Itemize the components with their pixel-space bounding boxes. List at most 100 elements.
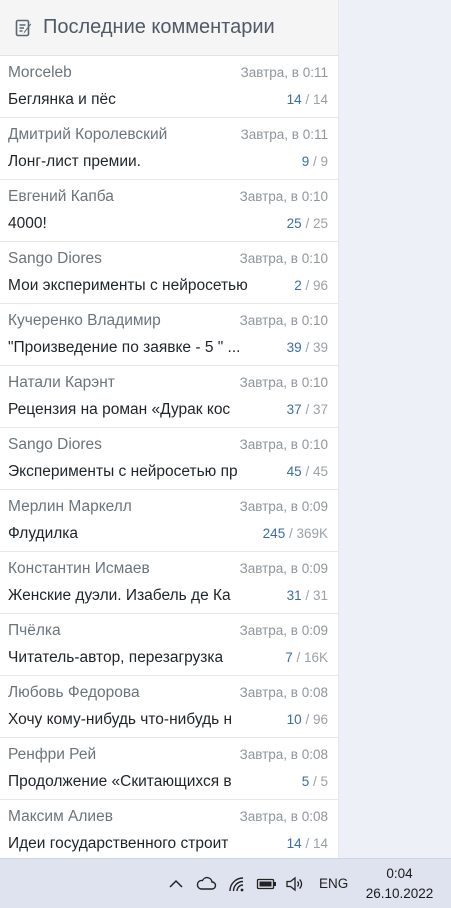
- comment-time: Завтра, в 0:08: [239, 809, 328, 824]
- comment-meta: Sango Diores Завтра, в 0:10: [8, 250, 328, 270]
- count-separator: /: [292, 650, 304, 665]
- language-indicator[interactable]: ENG: [319, 876, 348, 891]
- comment-author[interactable]: Morceleb: [8, 64, 72, 82]
- comment-item[interactable]: Пчёлка Завтра, в 0:09 Читатель-автор, пере…: [0, 614, 338, 676]
- comment-topic-link[interactable]: Хочу кому-нибудь что-нибудь н: [8, 711, 232, 729]
- comment-item[interactable]: Ренфри Рей Завтра, в 0:08 Продолжение «Ски…: [0, 738, 338, 800]
- comment-topic-link[interactable]: 4000!: [8, 215, 47, 233]
- total-comments-count: 5: [320, 774, 328, 789]
- comment-meta: Кучеренко Владимир Завтра, в 0:10: [8, 312, 328, 332]
- total-comments-count: 14: [312, 92, 328, 107]
- comment-author[interactable]: Sango Diores: [8, 250, 102, 268]
- comment-topic-link[interactable]: "Произведение по заявке - 5 " ...: [8, 339, 240, 357]
- new-comments-count[interactable]: 37: [287, 402, 302, 417]
- comment-counts: 10 / 96: [287, 712, 328, 727]
- wifi-icon[interactable]: [227, 875, 247, 893]
- comment-topic-link[interactable]: Лонг-лист премии.: [8, 153, 141, 171]
- comment-author[interactable]: Константин Исмаев: [8, 560, 150, 578]
- comment-meta: Sango Diores Завтра, в 0:10: [8, 436, 328, 456]
- comment-item[interactable]: Morceleb Завтра, в 0:11 Беглянка и пёс 14 /…: [0, 56, 338, 118]
- total-comments-count: 16K: [303, 650, 328, 665]
- comment-author[interactable]: Любовь Федорова: [8, 684, 140, 702]
- comment-topic-link[interactable]: Идеи государственного строит: [8, 835, 228, 853]
- comment-time: Завтра, в 0:09: [239, 561, 328, 576]
- comment-item[interactable]: Константин Исмаев Завтра, в 0:09 Женские д…: [0, 552, 338, 614]
- comment-item[interactable]: Мерлин Маркелл Завтра, в 0:09 Флудилка 245 …: [0, 490, 338, 552]
- comment-topic-link[interactable]: Эксперименты с нейросетью пр: [8, 463, 238, 481]
- new-comments-count[interactable]: 2: [294, 278, 302, 293]
- comment-time: Завтра, в 0:10: [239, 437, 328, 452]
- new-comments-count[interactable]: 245: [263, 526, 286, 541]
- count-separator: /: [301, 402, 313, 417]
- comment-item[interactable]: Евгений Капба Завтра, в 0:10 4000! 25 / 25: [0, 180, 338, 242]
- comment-meta: Ренфри Рей Завтра, в 0:08: [8, 746, 328, 766]
- comment-topic-row: Мои эксперименты с нейросетью 2 / 96: [8, 277, 328, 297]
- cloud-icon[interactable]: [195, 875, 217, 893]
- count-separator: /: [301, 712, 313, 727]
- comment-topic-link[interactable]: Флудилка: [8, 525, 78, 543]
- comment-author[interactable]: Пчёлка: [8, 622, 61, 640]
- comment-meta: Константин Исмаев Завтра, в 0:09: [8, 560, 328, 580]
- comment-time: Завтра, в 0:10: [239, 189, 328, 204]
- recent-comments-panel: Последние комментарии Morceleb Завтра, в …: [0, 0, 339, 862]
- comment-topic-row: Флудилка 245 / 369K: [8, 525, 328, 545]
- new-comments-count[interactable]: 10: [287, 712, 302, 727]
- comment-topic-link[interactable]: Беглянка и пёс: [8, 91, 116, 109]
- clock[interactable]: 0:04 26.10.2022: [362, 864, 437, 904]
- comment-topic-link[interactable]: Рецензия на роман «Дурак кос: [8, 401, 230, 419]
- comment-counts: 9 / 9: [302, 154, 328, 169]
- comment-item[interactable]: Максим Алиев Завтра, в 0:08 Идеи государст…: [0, 800, 338, 862]
- new-comments-count[interactable]: 31: [287, 588, 302, 603]
- comment-time: Завтра, в 0:11: [240, 65, 328, 80]
- comment-item[interactable]: Дмитрий Королевский Завтра, в 0:11 Лонг-ли…: [0, 118, 338, 180]
- comment-topic-row: Идеи государственного строит 14 / 14: [8, 835, 328, 855]
- comment-meta: Натали Карэнт Завтра, в 0:10: [8, 374, 328, 394]
- new-comments-count[interactable]: 14: [287, 836, 302, 851]
- comment-author[interactable]: Евгений Капба: [8, 188, 114, 206]
- comment-author[interactable]: Дмитрий Королевский: [8, 126, 167, 144]
- comment-item[interactable]: Sango Diores Завтра, в 0:10 Эксперименты с…: [0, 428, 338, 490]
- comment-topic-link[interactable]: Продолжение «Скитающихся в: [8, 773, 232, 791]
- battery-icon[interactable]: [256, 875, 278, 893]
- comment-counts: 14 / 14: [287, 836, 328, 851]
- comment-author[interactable]: Мерлин Маркелл: [8, 498, 132, 516]
- comment-topic-link[interactable]: Женские дуэли. Изабель де Ка: [8, 587, 231, 605]
- chevron-up-icon[interactable]: [167, 875, 185, 893]
- comment-topic-row: Эксперименты с нейросетью пр 45 / 45: [8, 463, 328, 483]
- comment-item[interactable]: Натали Карэнт Завтра, в 0:10 Рецензия на р…: [0, 366, 338, 428]
- comment-topic-row: Читатель-автор, перезагрузка 7 / 16K: [8, 649, 328, 669]
- comment-time: Завтра, в 0:09: [239, 623, 328, 638]
- comment-author[interactable]: Кучеренко Владимир: [8, 312, 161, 330]
- comment-item[interactable]: Любовь Федорова Завтра, в 0:08 Хочу кому-н…: [0, 676, 338, 738]
- comment-meta: Пчёлка Завтра, в 0:09: [8, 622, 328, 642]
- count-separator: /: [301, 588, 313, 603]
- comment-topic-link[interactable]: Мои эксперименты с нейросетью: [8, 277, 248, 295]
- comment-item[interactable]: Кучеренко Владимир Завтра, в 0:10 "Произве…: [0, 304, 338, 366]
- comment-item[interactable]: Sango Diores Завтра, в 0:10 Мои эксперимен…: [0, 242, 338, 304]
- comment-counts: 25 / 25: [287, 216, 328, 231]
- count-separator: /: [285, 526, 297, 541]
- new-comments-count[interactable]: 14: [287, 92, 302, 107]
- comment-time: Завтра, в 0:10: [239, 251, 328, 266]
- comment-author[interactable]: Максим Алиев: [8, 808, 113, 826]
- comment-counts: 245 / 369K: [263, 526, 328, 541]
- total-comments-count: 14: [312, 836, 328, 851]
- new-comments-count[interactable]: 7: [285, 650, 293, 665]
- new-comments-count[interactable]: 45: [287, 464, 302, 479]
- total-comments-count: 9: [320, 154, 328, 169]
- comment-counts: 45 / 45: [287, 464, 328, 479]
- comment-author[interactable]: Sango Diores: [8, 436, 102, 454]
- comment-topic-row: Хочу кому-нибудь что-нибудь н 10 / 96: [8, 711, 328, 731]
- comment-time: Завтра, в 0:08: [239, 747, 328, 762]
- comment-author[interactable]: Натали Карэнт: [8, 374, 115, 392]
- comment-time: Завтра, в 0:11: [240, 127, 328, 142]
- new-comments-count[interactable]: 39: [287, 340, 302, 355]
- comment-counts: 2 / 96: [294, 278, 328, 293]
- comment-author[interactable]: Ренфри Рей: [8, 746, 96, 764]
- volume-icon[interactable]: [285, 875, 305, 893]
- comment-topic-link[interactable]: Читатель-автор, перезагрузка: [8, 649, 223, 667]
- clock-time: 0:04: [386, 866, 413, 881]
- notepad-edit-icon: [14, 18, 34, 38]
- new-comments-count[interactable]: 25: [287, 216, 302, 231]
- total-comments-count: 37: [312, 402, 328, 417]
